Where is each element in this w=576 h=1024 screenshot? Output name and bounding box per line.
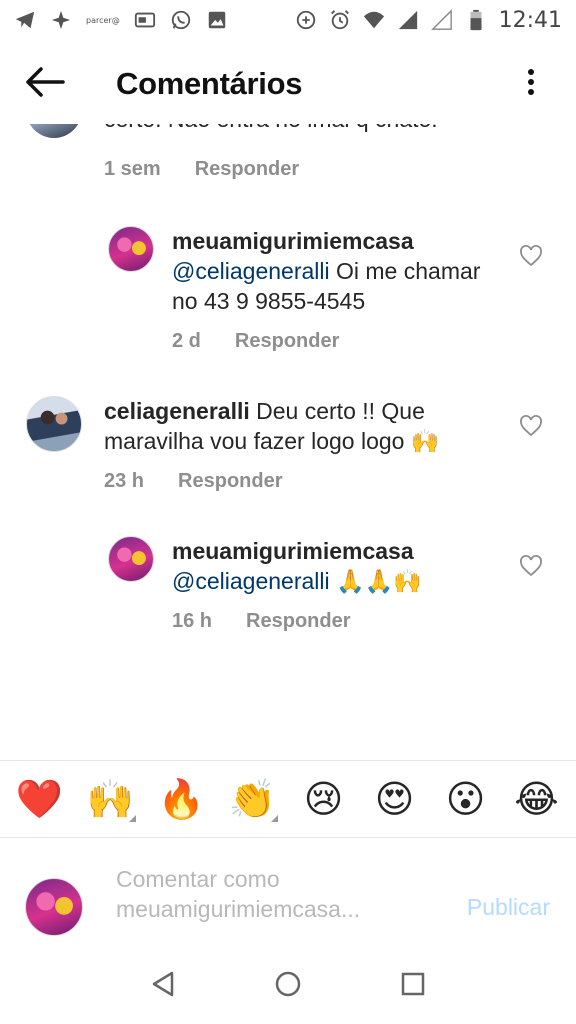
like-heart-icon[interactable] [519, 554, 543, 578]
skin-tone-indicator-icon [270, 815, 278, 822]
comment-text: 🙏🙏🙌 [329, 568, 422, 594]
telegram-icon [14, 9, 36, 31]
comment-body: meuamigurimiemcasa @celiageneralli 🙏🙏🙌 [172, 536, 492, 596]
list-item: meuamigurimiemcasa @celiageneralli Oi me… [108, 226, 568, 356]
mention-link[interactable]: @celiageneralli [172, 258, 330, 284]
comment-body: celiageneralli Deu certo !! Que maravilh… [104, 396, 494, 456]
publish-button[interactable]: Publicar [467, 894, 550, 921]
like-heart-icon[interactable] [519, 244, 543, 268]
avatar[interactable] [26, 396, 82, 452]
system-nav-bar [0, 948, 576, 1024]
signal-icon [397, 9, 419, 31]
comment-meta: 16 h Responder [172, 610, 351, 633]
top-app-bar: Comentários [0, 44, 576, 124]
comment-meta: 1 sem Responder [104, 158, 299, 181]
emoji-fire-button[interactable]: 🔥 [153, 770, 211, 828]
battery-icon [465, 9, 487, 31]
comment-time: 23 h [104, 470, 145, 492]
more-options-button[interactable] [486, 44, 576, 124]
emoji-quick-bar: ❤️ 🙌 🔥 👏 😢 😍 😮 😂 [0, 760, 576, 838]
recents-square-icon [401, 972, 425, 1001]
avatar[interactable] [108, 226, 154, 272]
reply-button[interactable]: Responder [235, 330, 339, 353]
emoji-glyph: 👏 [228, 776, 277, 821]
reply-button[interactable]: Responder [195, 158, 299, 181]
emoji-glyph: 🙌 [86, 776, 135, 821]
wifi-icon [363, 9, 385, 31]
comment-composer: Comentar como meuamigurimiemcasa... Publ… [0, 838, 576, 948]
comment-input[interactable]: Comentar como meuamigurimiemcasa... [116, 864, 416, 924]
list-item: celiageneralli Deu certo !! Que maravilh… [26, 396, 568, 506]
mention-link[interactable]: @celiageneralli [172, 568, 330, 594]
nav-back-button[interactable] [143, 966, 183, 1006]
comment-username[interactable]: celiageneralli [104, 398, 250, 424]
comment-time: 2 d [172, 330, 201, 352]
comment-username[interactable]: meuamigurimiemcasa [172, 228, 414, 254]
page-title: Comentários [116, 66, 303, 101]
comment-time: 1 sem [104, 158, 161, 180]
reply-button[interactable]: Responder [246, 610, 350, 633]
avatar [25, 878, 83, 936]
whatsapp-icon [170, 9, 192, 31]
emoji-heart-button[interactable]: ❤️ [11, 770, 69, 828]
skin-tone-indicator-icon [128, 815, 136, 822]
image-icon [206, 9, 228, 31]
arrow-left-icon [25, 66, 65, 102]
data-saver-icon [295, 9, 317, 31]
vpn-card-icon [134, 9, 156, 31]
emoji-clapping-button[interactable]: 👏 [224, 770, 282, 828]
back-triangle-icon [151, 971, 175, 1002]
comment-meta: 23 h Responder [104, 470, 283, 493]
more-vertical-icon [527, 68, 535, 101]
comment-meta: 2 d Responder [172, 330, 339, 353]
status-time: 12:41 [498, 7, 562, 33]
emoji-crying-button[interactable]: 😢 [295, 770, 353, 828]
emoji-heart-eyes-button[interactable]: 😍 [366, 770, 424, 828]
back-button[interactable] [0, 44, 90, 124]
signal-empty-icon [430, 9, 453, 31]
emoji-surprised-button[interactable]: 😮 [437, 770, 495, 828]
alarm-icon [329, 9, 351, 31]
reply-button[interactable]: Responder [178, 470, 282, 493]
status-bar: parcer@ 12:41 [0, 0, 576, 40]
avatar[interactable] [108, 536, 154, 582]
comment-username[interactable]: meuamigurimiemcasa [172, 538, 414, 564]
emoji-laughing-button[interactable]: 😂 [508, 770, 566, 828]
home-circle-icon [274, 970, 302, 1003]
list-item: meuamigurimiemcasa @celiageneralli 🙏🙏🙌 1… [108, 536, 568, 646]
like-heart-icon[interactable] [519, 414, 543, 438]
comment-body: meuamigurimiemcasa @celiageneralli Oi me… [172, 226, 492, 316]
emoji-raising-hands-button[interactable]: 🙌 [82, 770, 140, 828]
sparkle-icon [50, 9, 72, 31]
nav-home-button[interactable] [268, 966, 308, 1006]
parcer-icon: parcer@ [86, 15, 120, 25]
comment-list[interactable]: certo. Não entra no imai q chato! 1 sem … [0, 112, 576, 760]
comment-time: 16 h [172, 610, 213, 632]
nav-recents-button[interactable] [393, 966, 433, 1006]
